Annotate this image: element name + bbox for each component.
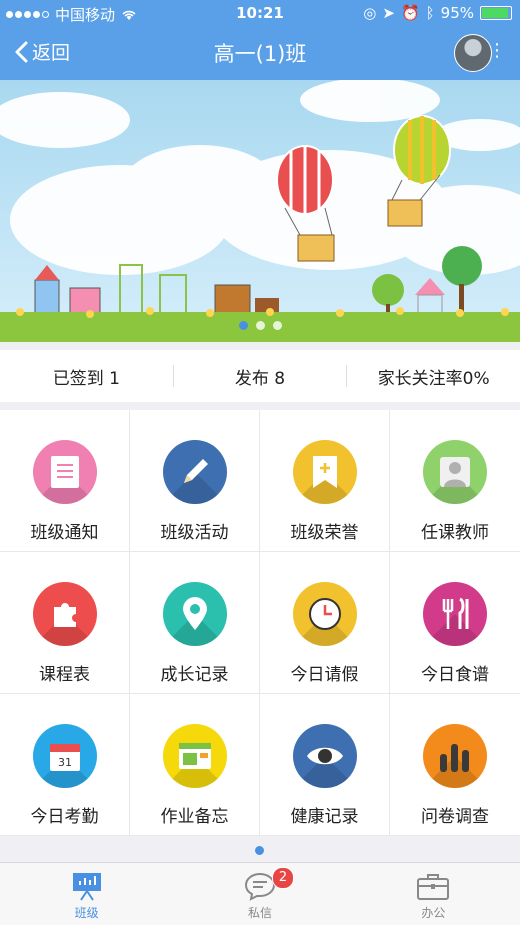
carousel-dot[interactable] — [255, 321, 265, 330]
battery-percent: 95% — [440, 4, 474, 22]
grid-item-label: 任课教师 — [421, 523, 489, 543]
published-count[interactable]: 发布 8 — [174, 364, 347, 389]
grid-item-attendance[interactable]: 31 今日考勤 — [0, 694, 130, 836]
person-icon — [423, 440, 487, 504]
tab-label: 班级 — [74, 906, 99, 920]
page-title: 高一(1)班 — [213, 42, 307, 66]
grid-item-growth-record[interactable]: 成长记录 — [130, 552, 260, 694]
grid-item-label: 课程表 — [39, 665, 90, 685]
tab-label: 私信 — [247, 906, 272, 920]
pencil-icon — [162, 440, 227, 504]
banner-carousel[interactable] — [0, 80, 520, 342]
clock-icon — [292, 582, 357, 646]
parent-follow-rate[interactable]: 家长关注率0% — [347, 364, 520, 389]
eye-icon — [292, 724, 357, 788]
grid-item-class-honor[interactable]: 班级荣誉 — [260, 410, 390, 552]
utensils-icon — [423, 582, 487, 646]
banner-illustration — [0, 80, 520, 342]
alarm-icon: ⏰ — [400, 4, 420, 22]
grid-item-label: 作业备忘 — [160, 807, 229, 827]
tab-office[interactable]: 办公 — [347, 863, 520, 925]
notice-icon — [32, 440, 97, 504]
grid-item-health-record[interactable]: 健康记录 — [260, 694, 390, 836]
grid-item-survey[interactable]: 问卷调查 — [390, 694, 520, 836]
grid-item-menu-today[interactable]: 今日食谱 — [390, 552, 520, 694]
bar-chart-icon — [423, 724, 487, 788]
stats-bar: 已签到 1 发布 8 家长关注率0% — [0, 350, 520, 402]
grid-item-homework-memo[interactable]: 作业备忘 — [130, 694, 260, 836]
tab-messages[interactable]: 2 私信 — [173, 863, 346, 925]
unread-badge: 2 — [271, 867, 294, 889]
grid-item-class-activity[interactable]: 班级活动 — [130, 410, 260, 552]
grid-item-leave-today[interactable]: 今日请假 — [260, 552, 390, 694]
grid-item-label: 班级荣誉 — [290, 523, 359, 543]
status-bar: 中国移动 10:21 ◎ ➤ ⏰ ᛒ 95% — [0, 0, 520, 26]
tab-label: 办公 — [421, 906, 446, 920]
grid-item-label: 今日请假 — [290, 665, 359, 685]
avatar[interactable] — [454, 34, 492, 72]
signed-in-count[interactable]: 已签到 1 — [0, 364, 173, 389]
rotation-lock-icon: ◎ — [363, 4, 377, 22]
grid-item-label: 问卷调查 — [421, 807, 489, 827]
feature-grid: 班级通知 班级活动 班级荣誉 任课教师 课程表 成长记录 今日请假 今日食谱 3… — [0, 410, 520, 836]
more-vertical-icon[interactable]: ⋮ — [488, 40, 506, 61]
back-button[interactable]: 返回 — [14, 38, 70, 65]
page-indicator — [255, 846, 264, 855]
battery-icon — [480, 6, 512, 20]
carousel-indicator — [0, 321, 520, 330]
navbar: 返回 高一(1)班 ⋮ — [0, 26, 520, 80]
grid-item-teachers[interactable]: 任课教师 — [390, 410, 520, 552]
briefcase-icon — [417, 874, 450, 900]
carousel-dot[interactable] — [272, 321, 282, 330]
grid-item-label: 健康记录 — [290, 807, 359, 827]
grid-item-timetable[interactable]: 课程表 — [0, 552, 130, 694]
svg-text:31: 31 — [58, 756, 72, 769]
puzzle-icon — [32, 582, 97, 646]
notes-icon — [162, 724, 227, 788]
grid-item-label: 班级通知 — [30, 523, 99, 543]
calendar-icon: 31 — [32, 724, 97, 788]
grid-item-label: 今日食谱 — [421, 665, 489, 685]
class-board-icon — [72, 873, 101, 901]
bluetooth-icon: ᛒ — [425, 4, 435, 22]
carousel-dot[interactable] — [238, 321, 248, 330]
bookmark-icon — [292, 440, 357, 504]
chevron-left-icon — [15, 41, 28, 62]
tab-bar: 班级 2 私信 办公 — [0, 862, 520, 925]
grid-item-label: 成长记录 — [160, 665, 229, 685]
grid-item-label: 班级活动 — [160, 523, 229, 543]
location-arrow-icon: ➤ — [382, 4, 395, 22]
back-label: 返回 — [32, 42, 71, 64]
grid-item-class-notice[interactable]: 班级通知 — [0, 410, 130, 552]
grid-item-label: 今日考勤 — [30, 807, 99, 827]
location-pin-icon — [162, 582, 227, 646]
tab-class[interactable]: 班级 — [0, 863, 173, 925]
